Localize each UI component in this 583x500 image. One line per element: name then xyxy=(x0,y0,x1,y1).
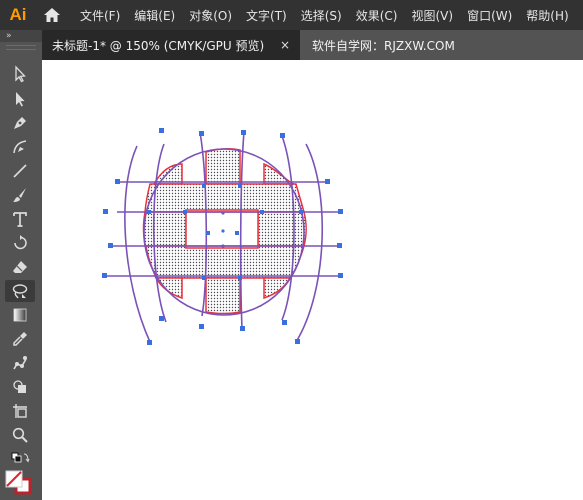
grid-column-right xyxy=(257,211,307,247)
tools-panel-header: » xyxy=(0,30,42,42)
type-icon xyxy=(13,212,27,227)
grid-cell-bottom-center xyxy=(205,277,241,315)
paintbrush-tool[interactable] xyxy=(5,184,35,206)
artwork[interactable] xyxy=(42,60,583,500)
rotate-tool[interactable] xyxy=(5,232,35,254)
zoom-icon xyxy=(12,427,28,443)
home-button[interactable] xyxy=(38,0,66,30)
document-tab-bar: 未标题-1* @ 150% (CMYK/GPU 预览) × 软件自学网：RJZX… xyxy=(42,30,583,60)
curvature-tool[interactable] xyxy=(5,136,35,158)
menu-view[interactable]: 视图(V) xyxy=(411,7,453,24)
menu-edit[interactable]: 编辑(E) xyxy=(134,7,175,24)
gradient-icon xyxy=(13,308,27,322)
pen-icon xyxy=(14,117,26,129)
eyedropper-tool[interactable] xyxy=(5,328,35,350)
tab-rjzxw[interactable]: 软件自学网：RJZXW.COM xyxy=(300,30,455,60)
collapse-icon[interactable]: » xyxy=(6,30,12,42)
default-fill-stroke[interactable] xyxy=(5,448,35,470)
menu-items: 文件(F) 编辑(E) 对象(O) 文字(T) 选择(S) 效果(C) 视图(V… xyxy=(80,7,569,24)
shape-builder-tool[interactable] xyxy=(5,376,35,398)
grid-column-left xyxy=(142,211,187,247)
tab-label: 未标题-1* @ 150% (CMYK/GPU 预览) xyxy=(52,38,265,53)
canvas[interactable] xyxy=(42,60,583,500)
fill-stroke-swap-icon xyxy=(11,452,30,463)
menu-help[interactable]: 帮助(H) xyxy=(526,7,568,24)
artboard-icon xyxy=(13,404,27,418)
direct-selection-icon xyxy=(16,92,25,107)
app-logo: Ai xyxy=(9,5,27,24)
tab-untitled-1[interactable]: 未标题-1* @ 150% (CMYK/GPU 预览) × xyxy=(42,30,300,60)
panel-grip[interactable] xyxy=(6,45,36,50)
eraser-icon xyxy=(13,261,27,273)
line-icon xyxy=(13,164,27,178)
menu-bar: Ai 文件(F) 编辑(E) 对象(O) 文字(T) 选择(S) 效果(C) 视… xyxy=(0,0,583,30)
eraser-tool[interactable] xyxy=(5,256,35,278)
curvature-icon xyxy=(13,140,27,154)
menu-type[interactable]: 文字(T) xyxy=(246,7,287,24)
selection-tool[interactable] xyxy=(5,63,35,85)
puppet-warp-icon xyxy=(13,356,27,370)
grid-band-lower xyxy=(145,245,305,279)
menu-file[interactable]: 文件(F) xyxy=(80,7,120,24)
rotate-icon xyxy=(14,235,27,250)
tab-label: 软件自学网：RJZXW.COM xyxy=(312,38,455,53)
type-tool[interactable] xyxy=(5,208,35,230)
selection-arrow-icon xyxy=(15,65,26,83)
paintbrush-icon xyxy=(13,188,26,202)
tab-close-icon[interactable]: × xyxy=(276,38,294,52)
grid-center-hole xyxy=(185,211,259,247)
puppet-warp-tool[interactable] xyxy=(5,352,35,374)
menu-window[interactable]: 窗口(W) xyxy=(467,7,512,24)
tools-panel: » xyxy=(0,30,42,500)
zoom-tool[interactable] xyxy=(5,424,35,446)
fill-stroke-swatch[interactable] xyxy=(5,470,35,498)
lasso-icon xyxy=(12,284,28,299)
menu-select[interactable]: 选择(S) xyxy=(301,7,342,24)
menu-effect[interactable]: 效果(C) xyxy=(356,7,398,24)
grid-cell-top-center xyxy=(205,147,241,185)
fill-stroke-icon xyxy=(5,470,32,495)
gradient-tool[interactable] xyxy=(5,304,35,326)
direct-selection-tool[interactable] xyxy=(5,88,35,110)
menu-object[interactable]: 对象(O) xyxy=(189,7,232,24)
eyedropper-icon xyxy=(13,332,27,346)
line-tool[interactable] xyxy=(5,160,35,182)
artboard-tool[interactable] xyxy=(5,400,35,422)
lasso-tool[interactable] xyxy=(5,280,35,302)
home-icon xyxy=(44,8,60,22)
shape-builder-icon xyxy=(13,380,26,393)
grid-band-upper xyxy=(144,183,305,213)
pen-tool[interactable] xyxy=(5,112,35,134)
